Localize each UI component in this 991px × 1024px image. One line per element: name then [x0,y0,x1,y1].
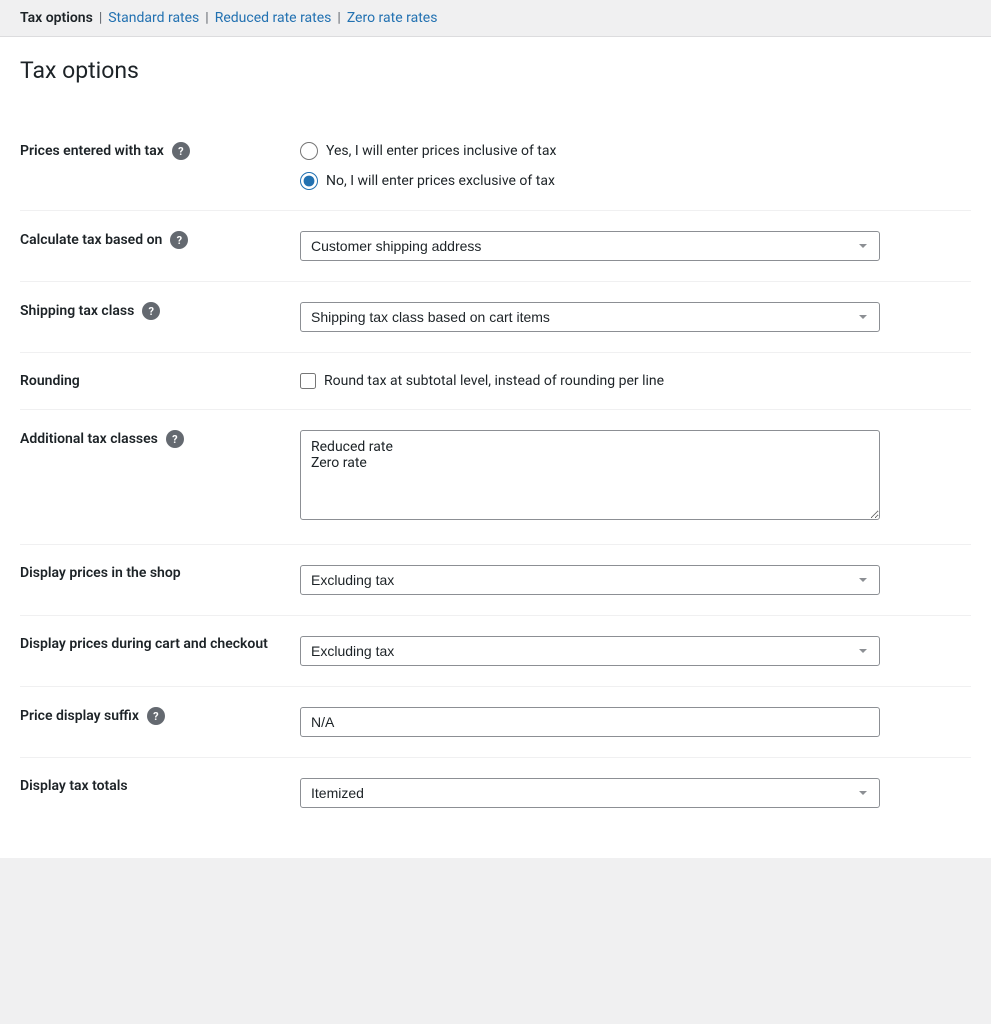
label-calculate-tax-based-on: Calculate tax based on ? [20,211,300,282]
row-prices-entered-with-tax: Prices entered with tax ? Yes, I will en… [20,122,971,211]
nav-link-zero-rate-rates[interactable]: Zero rate rates [347,10,438,26]
nav-current-label: Tax options [20,10,93,26]
label-price-display-suffix: Price display suffix ? [20,687,300,758]
checkbox-label-rounding[interactable]: Round tax at subtotal level, instead of … [324,373,664,389]
select-wrapper-calculate-tax: Customer shipping address Customer billi… [300,231,880,261]
radio-label-exclusive: No, I will enter prices exclusive of tax [326,173,555,189]
page-wrapper: Tax options | Standard rates | Reduced r… [0,0,991,858]
row-rounding: Rounding Round tax at subtotal level, in… [20,353,971,410]
settings-table: Prices entered with tax ? Yes, I will en… [20,122,971,828]
row-additional-tax-classes: Additional tax classes ? Reduced rate Ze… [20,410,971,545]
field-rounding: Round tax at subtotal level, instead of … [300,353,971,410]
label-shipping-tax-class: Shipping tax class ? [20,282,300,353]
select-calculate-tax-based-on[interactable]: Customer shipping address Customer billi… [300,231,880,261]
label-display-prices-shop: Display prices in the shop [20,545,300,616]
radio-inclusive[interactable] [300,142,318,160]
help-icon-price-display-suffix[interactable]: ? [147,707,165,725]
row-price-display-suffix: Price display suffix ? [20,687,971,758]
select-display-prices-cart[interactable]: Excluding tax Including tax [300,636,880,666]
input-price-display-suffix[interactable] [300,707,880,737]
field-display-prices-shop: Excluding tax Including tax [300,545,971,616]
row-display-prices-shop: Display prices in the shop Excluding tax… [20,545,971,616]
select-display-prices-shop[interactable]: Excluding tax Including tax [300,565,880,595]
radio-label-inclusive: Yes, I will enter prices inclusive of ta… [326,143,556,159]
nav-link-standard-rates[interactable]: Standard rates [108,10,199,26]
help-icon-prices-entered-with-tax[interactable]: ? [172,142,190,160]
content-area: Tax options Prices entered with tax ? [0,37,991,858]
page-title: Tax options [20,57,971,92]
field-prices-entered-with-tax: Yes, I will enter prices inclusive of ta… [300,122,971,211]
label-additional-tax-classes: Additional tax classes ? [20,410,300,545]
row-display-prices-cart: Display prices during cart and checkout … [20,616,971,687]
field-shipping-tax-class: Shipping tax class based on cart items S… [300,282,971,353]
help-icon-shipping-tax-class[interactable]: ? [142,302,160,320]
label-display-tax-totals: Display tax totals [20,758,300,829]
help-icon-additional-tax-classes[interactable]: ? [166,430,184,448]
field-calculate-tax-based-on: Customer shipping address Customer billi… [300,211,971,282]
select-shipping-tax-class[interactable]: Shipping tax class based on cart items S… [300,302,880,332]
row-shipping-tax-class: Shipping tax class ? Shipping tax class … [20,282,971,353]
top-nav: Tax options | Standard rates | Reduced r… [0,0,991,37]
row-calculate-tax-based-on: Calculate tax based on ? Customer shippi… [20,211,971,282]
radio-option-exclusive[interactable]: No, I will enter prices exclusive of tax [300,172,971,190]
label-rounding: Rounding [20,353,300,410]
help-icon-calculate-tax[interactable]: ? [170,231,188,249]
label-prices-entered-with-tax: Prices entered with tax ? [20,122,300,211]
select-display-tax-totals[interactable]: Itemized As a single total [300,778,880,808]
field-additional-tax-classes: Reduced rate Zero rate [300,410,971,545]
radio-group-prices-entered: Yes, I will enter prices inclusive of ta… [300,142,971,190]
nav-sep-2: | [205,10,208,26]
select-wrapper-shipping-tax: Shipping tax class based on cart items S… [300,302,880,332]
row-display-tax-totals: Display tax totals Itemized As a single … [20,758,971,829]
label-display-prices-cart: Display prices during cart and checkout [20,616,300,687]
checkbox-rounding[interactable] [300,373,316,389]
select-wrapper-display-prices-shop: Excluding tax Including tax [300,565,880,595]
field-display-tax-totals: Itemized As a single total [300,758,971,829]
select-wrapper-display-prices-cart: Excluding tax Including tax [300,636,880,666]
checkbox-row-rounding: Round tax at subtotal level, instead of … [300,373,971,389]
radio-option-inclusive[interactable]: Yes, I will enter prices inclusive of ta… [300,142,971,160]
radio-exclusive[interactable] [300,172,318,190]
nav-link-reduced-rate-rates[interactable]: Reduced rate rates [215,10,332,26]
field-display-prices-cart: Excluding tax Including tax [300,616,971,687]
textarea-additional-tax-classes[interactable]: Reduced rate Zero rate [300,430,880,520]
select-wrapper-display-tax-totals: Itemized As a single total [300,778,880,808]
field-price-display-suffix [300,687,971,758]
nav-sep-3: | [337,10,340,26]
nav-sep-1: | [99,10,102,26]
